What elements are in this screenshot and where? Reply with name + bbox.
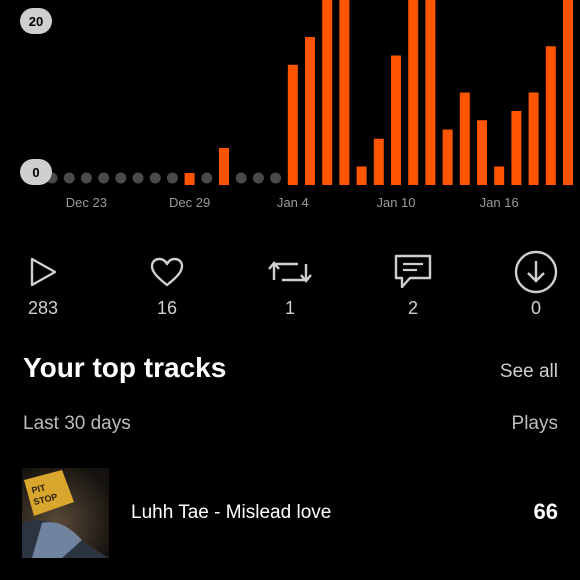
track-plays-count: 66 (533, 499, 558, 524)
plays-chart: Dec 23 Dec 29 Jan 4 Jan 10 Jan 16 20 0 (0, 0, 580, 215)
bar[interactable] (528, 92, 539, 186)
see-all-button[interactable]: See all (500, 361, 558, 383)
bar[interactable] (339, 0, 350, 185)
bar[interactable] (494, 166, 505, 186)
y-axis-zero-label: 0 (20, 159, 52, 185)
downloads-stat[interactable]: 0 (496, 250, 576, 319)
zero-point (166, 172, 178, 184)
comment-icon (373, 250, 453, 294)
reposts-count: 1 (284, 298, 295, 318)
plays-chart-svg: Dec 23 Dec 29 Jan 4 Jan 10 Jan 16 (46, 0, 573, 210)
period-label: Last 30 days (23, 413, 131, 434)
x-tick-label: Jan 4 (277, 195, 309, 210)
comments-count: 2 (407, 298, 418, 318)
plays-count: 283 (27, 298, 59, 318)
x-tick-label: Dec 29 (169, 195, 210, 210)
bar[interactable] (477, 120, 487, 185)
bar[interactable] (511, 111, 522, 185)
bar[interactable] (563, 0, 573, 185)
downloads-count: 0 (530, 298, 541, 318)
bar[interactable] (184, 173, 195, 185)
bar[interactable] (219, 148, 229, 185)
zero-point (252, 172, 264, 184)
y-axis-max-label: 20 (20, 8, 52, 34)
zero-point (201, 172, 213, 184)
x-tick-label: Dec 23 (66, 195, 107, 210)
bar[interactable] (305, 37, 315, 185)
bar[interactable] (356, 166, 367, 186)
top-track-row[interactable]: PIT STOP Luhh Tae - Mislead love 66 (22, 468, 558, 558)
zero-point (115, 172, 127, 184)
bar[interactable] (373, 138, 384, 185)
stats-row: 283 16 1 2 0 (0, 250, 580, 330)
bar[interactable] (442, 129, 453, 186)
bar[interactable] (459, 92, 470, 186)
zero-point (80, 172, 92, 184)
bar[interactable] (322, 0, 333, 185)
plays-stat[interactable]: 283 (3, 250, 83, 319)
likes-count: 16 (156, 298, 178, 318)
bar[interactable] (425, 0, 436, 185)
comments-stat[interactable]: 2 (373, 250, 453, 319)
reposts-stat[interactable]: 1 (250, 250, 330, 319)
x-tick-label: Jan 10 (376, 195, 415, 210)
zero-point (63, 172, 75, 184)
bar[interactable] (545, 46, 556, 185)
plays-column-header: Plays (511, 413, 558, 434)
top-tracks-title: Your top tracks (23, 352, 227, 383)
track-title: Luhh Tae - Mislead love (131, 502, 332, 523)
repost-icon (250, 250, 330, 294)
bar[interactable] (287, 64, 298, 185)
x-tick-label: Jan 16 (480, 195, 519, 210)
play-icon (3, 250, 83, 294)
zero-point (270, 172, 282, 184)
heart-icon (127, 250, 207, 294)
bar[interactable] (391, 55, 401, 186)
zero-point (98, 172, 110, 184)
download-icon (496, 250, 576, 294)
zero-point (132, 172, 144, 184)
likes-stat[interactable]: 16 (127, 250, 207, 319)
bar[interactable] (408, 0, 419, 185)
track-artwork: PIT STOP (22, 468, 109, 558)
zero-point (235, 172, 247, 184)
zero-point (149, 172, 161, 184)
